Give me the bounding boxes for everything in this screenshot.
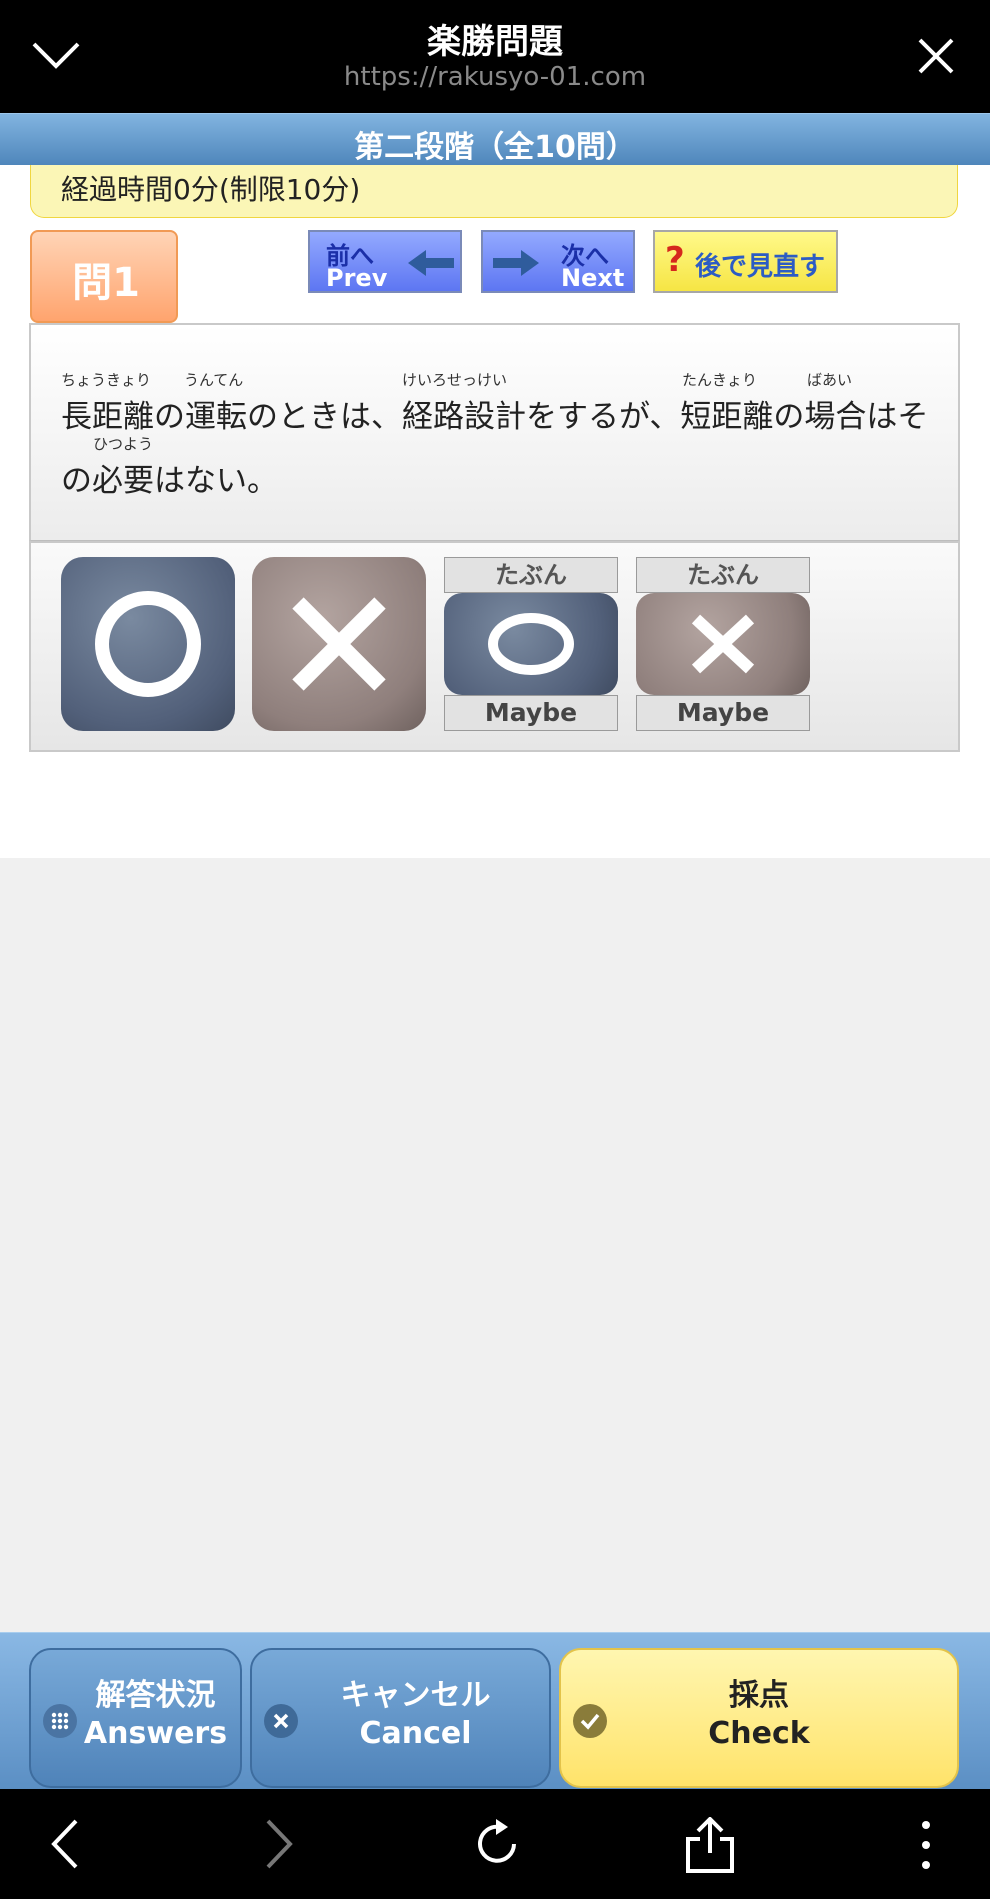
answer-maybe-false-button[interactable]: たぶん Maybe [636,557,810,731]
answer-maybe-true-button[interactable]: たぶん Maybe [444,557,618,731]
circle-icon [488,613,574,675]
check-label-jp: 採点 [729,1678,789,1713]
answers-status-button[interactable]: 解答状況 Answers [29,1648,242,1788]
back-icon[interactable] [46,1817,86,1871]
cancel-label-en: Cancel [359,1716,472,1751]
ruby-text: けいろせっけい [402,371,508,389]
ruby-text: ひつよう [93,435,154,453]
ruby-text: ちょうきょり [61,371,152,389]
question-box: ちょうきょり うんてん けいろせっけい たんきょり ばあい 長距離の運転のときは… [29,323,960,541]
browser-toolbar [0,1789,990,1899]
stage-header: 第二段階（全10問） [0,113,990,165]
prev-label-en: Prev [326,264,388,292]
check-button[interactable]: 採点 Check [559,1648,959,1788]
check-label-en: Check [708,1716,810,1751]
prev-button[interactable]: 前へ Prev [308,230,462,293]
elapsed-timer: 経過時間0分(制限10分) [30,165,958,218]
arrow-right-icon [493,250,539,276]
answer-false-button[interactable] [252,557,426,731]
forward-icon[interactable] [258,1817,298,1871]
browser-top-bar: 楽勝問題 https://rakusyo-01.com [0,0,990,113]
cross-icon [292,597,386,691]
question-number: 問1 [72,260,140,306]
maybe-bottom-label: Maybe [636,695,810,731]
cross-icon [691,614,755,674]
answers-label-en: Answers [83,1716,228,1751]
ruby-text: うんてん [184,371,244,389]
more-options-icon[interactable] [908,1817,944,1873]
cancel-label-jp: キャンセル [340,1678,491,1713]
maybe-top-label: たぶん [636,557,810,593]
close-icon[interactable] [916,36,956,76]
page-title: 楽勝問題 [427,22,563,62]
cancel-button[interactable]: キャンセル Cancel [250,1648,551,1788]
ruby-text: たんきょり [682,371,758,389]
question-text-line-1: 長距離の運転のときは、経路設計をするが、短距離の場合はそ [61,399,929,435]
review-later-button[interactable]: ? 後で見直す [653,230,838,293]
maybe-top-label: たぶん [444,557,618,593]
quiz-content: 経過時間0分(制限10分) 問1 前へ Prev 次へ Next ? 後で見直す… [0,165,990,858]
question-number-badge: 問1 [30,230,178,323]
ruby-text: ばあい [807,371,853,389]
next-label-en: Next [561,264,625,292]
review-later-label: 後で見直す [695,252,826,282]
page-url: https://rakusyo-01.com [343,62,647,92]
reload-icon[interactable] [470,1817,524,1871]
next-button[interactable]: 次へ Next [481,230,635,293]
maybe-cross [636,593,810,695]
share-icon[interactable] [684,1817,736,1873]
maybe-bottom-label: Maybe [444,695,618,731]
circle-icon [95,591,201,697]
maybe-circle [444,593,618,695]
arrow-left-icon [408,250,454,276]
question-mark-icon: ? [665,240,685,280]
answer-true-button[interactable] [61,557,235,731]
answers-label-jp: 解答状況 [95,1678,216,1713]
stage-title: 第二段階（全10問） [354,130,636,165]
action-bar: 解答状況 Answers キャンセル Cancel 採点 Check [0,1632,990,1789]
question-text-line-2: の必要はない。 [61,463,278,499]
timer-text: 経過時間0分(制限10分) [61,173,361,206]
answer-choices: たぶん Maybe たぶん Maybe [29,541,960,752]
